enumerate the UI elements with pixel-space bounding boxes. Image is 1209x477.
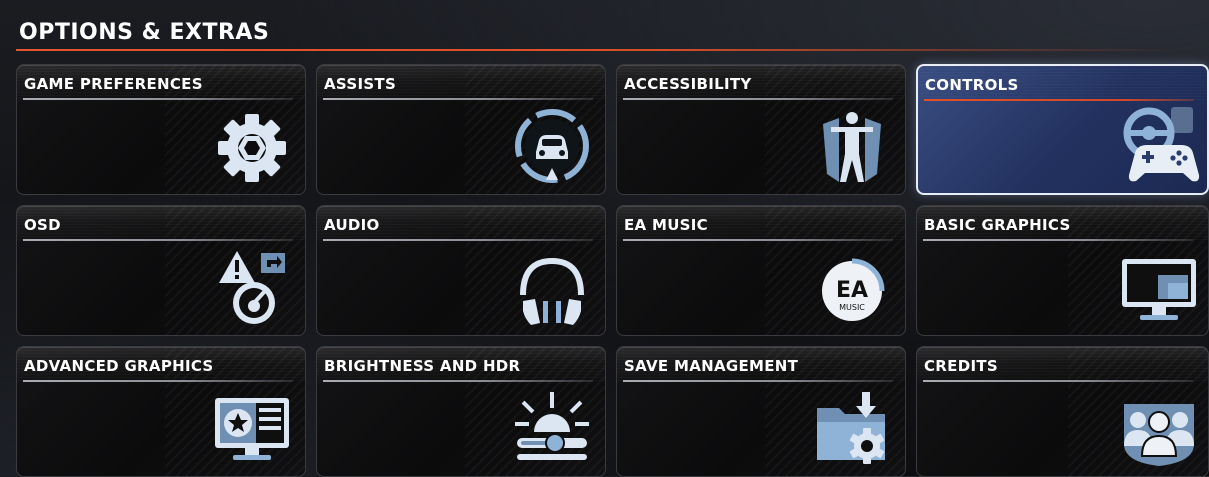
car-assist-icon	[509, 102, 595, 188]
tile-ea-music[interactable]: EA MUSIC EA MUSIC	[616, 205, 906, 336]
tile-game-preferences[interactable]: GAME PREFERENCES	[16, 64, 306, 195]
tile-label: EA MUSIC	[624, 216, 708, 234]
steering-wheel-gamepad-icon	[1115, 101, 1201, 187]
tile-label: ACCESSIBILITY	[624, 75, 752, 93]
tile-divider	[23, 239, 293, 241]
tile-divider	[323, 239, 593, 241]
tile-accessibility[interactable]: ACCESSIBILITY	[616, 64, 906, 195]
gear-icon	[209, 102, 295, 188]
tile-divider	[23, 98, 293, 100]
folder-download-icon	[809, 384, 895, 470]
tile-label: ASSISTS	[324, 75, 397, 93]
monitor-icon	[1116, 243, 1202, 329]
headphones-icon	[509, 243, 595, 329]
tile-audio[interactable]: AUDIO	[316, 205, 606, 336]
accessibility-person-icon	[809, 102, 895, 188]
options-grid: GAME PREFERENCES ASSISTS ACCESSIBILITY C…	[16, 64, 1209, 477]
tile-divider	[23, 380, 293, 382]
tile-label: SAVE MANAGEMENT	[624, 357, 799, 375]
ea-logo-text: EA	[836, 278, 868, 303]
tile-advanced-graphics[interactable]: ADVANCED GRAPHICS	[16, 346, 306, 477]
brightness-slider-icon	[509, 384, 595, 470]
tile-osd[interactable]: OSD	[16, 205, 306, 336]
tile-credits[interactable]: CREDITS	[916, 346, 1209, 477]
tile-label: BASIC GRAPHICS	[924, 216, 1071, 234]
monitor-star-icon	[209, 384, 295, 470]
ea-music-logo-icon: EA MUSIC	[809, 243, 895, 329]
header: OPTIONS & EXTRAS	[16, 18, 1196, 51]
tile-label: GAME PREFERENCES	[24, 75, 203, 93]
tile-label: ADVANCED GRAPHICS	[24, 357, 214, 375]
tile-divider	[623, 380, 893, 382]
ea-logo-subtext: MUSIC	[839, 303, 865, 312]
tile-divider	[323, 98, 593, 100]
tile-brightness-and-hdr[interactable]: BRIGHTNESS AND HDR	[316, 346, 606, 477]
tile-label: CONTROLS	[925, 76, 1019, 94]
tile-save-management[interactable]: SAVE MANAGEMENT	[616, 346, 906, 477]
tile-divider	[623, 239, 893, 241]
tile-divider	[923, 239, 1193, 241]
tile-assists[interactable]: ASSISTS	[316, 64, 606, 195]
tile-divider	[923, 380, 1193, 382]
warning-gauge-icon	[209, 243, 295, 329]
tile-label: BRIGHTNESS AND HDR	[324, 357, 521, 375]
title-divider	[16, 49, 1176, 51]
tile-label: CREDITS	[924, 357, 998, 375]
tile-label: AUDIO	[324, 216, 380, 234]
tile-divider	[323, 380, 593, 382]
page-title: OPTIONS & EXTRAS	[19, 20, 270, 45]
tile-basic-graphics[interactable]: BASIC GRAPHICS	[916, 205, 1209, 336]
tile-label: OSD	[24, 216, 61, 234]
people-shield-icon	[1116, 384, 1202, 470]
tile-divider	[623, 98, 893, 100]
tile-controls[interactable]: CONTROLS	[916, 64, 1209, 195]
